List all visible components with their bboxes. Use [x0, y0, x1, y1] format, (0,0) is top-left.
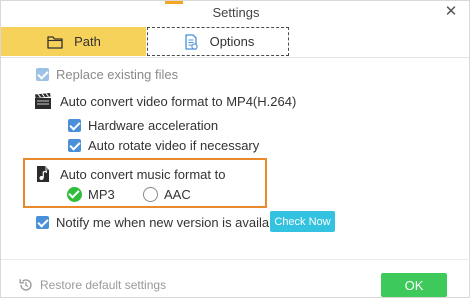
restore-defaults-label: Restore default settings [40, 278, 167, 292]
music-section-label: Auto convert music format to [60, 166, 226, 182]
aac-radio[interactable] [143, 187, 158, 202]
video-clapper-icon [35, 93, 51, 109]
tab-divider [1, 57, 470, 58]
tab-path[interactable]: Path [1, 27, 146, 56]
mp3-label: MP3 [88, 187, 115, 202]
notify-row: Notify me when new version is available [36, 215, 287, 230]
aac-label: AAC [164, 187, 191, 202]
video-section-label: Auto convert video format to MP4(H.264) [60, 93, 297, 109]
title-accent [165, 1, 183, 4]
auto-rotate-label: Auto rotate video if necessary [88, 138, 260, 153]
close-icon[interactable]: ✕ [443, 4, 459, 20]
settings-window: Settings ✕ Path Options Replace existing… [0, 0, 470, 298]
tab-bar: Path Options [1, 27, 470, 57]
notify-checkbox[interactable] [36, 216, 49, 229]
hardware-accel-label: Hardware acceleration [88, 118, 219, 133]
window-title: Settings [212, 5, 260, 20]
tab-options-label: Options [209, 34, 255, 49]
music-section-row: Auto convert music format to [34, 165, 225, 183]
mp3-option[interactable]: MP3 [67, 187, 115, 202]
mp3-radio[interactable] [67, 187, 82, 202]
replace-existing-row: Replace existing files [36, 67, 178, 82]
video-section-row: Auto convert video format to MP4(H.264) [34, 92, 296, 110]
hardware-accel-row: Hardware acceleration [68, 118, 218, 133]
music-file-icon [37, 166, 49, 182]
aac-option[interactable]: AAC [143, 187, 191, 202]
replace-existing-label: Replace existing files [56, 67, 179, 82]
auto-rotate-row: Auto rotate video if necessary [68, 138, 259, 153]
auto-rotate-checkbox[interactable] [68, 139, 81, 152]
footer-divider [1, 259, 470, 260]
folder-icon [47, 35, 63, 49]
hardware-accel-checkbox[interactable] [68, 119, 81, 132]
replace-existing-checkbox[interactable] [36, 68, 49, 81]
check-now-button[interactable]: Check Now [270, 211, 335, 232]
document-settings-icon [184, 33, 198, 50]
title-bar: Settings ✕ [1, 1, 470, 25]
tab-path-label: Path [74, 34, 101, 49]
ok-button[interactable]: OK [381, 273, 447, 297]
restore-defaults-link[interactable]: Restore default settings [18, 277, 166, 293]
restore-icon [19, 279, 32, 291]
notify-label: Notify me when new version is available [56, 215, 287, 230]
tab-options[interactable]: Options [147, 27, 289, 56]
